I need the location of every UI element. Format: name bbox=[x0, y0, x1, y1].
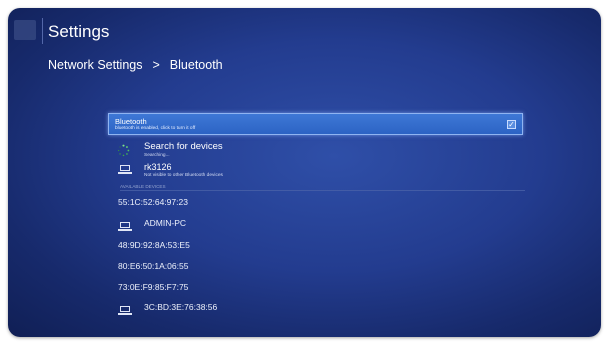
breadcrumb-parent[interactable]: Network Settings bbox=[48, 58, 142, 72]
available-devices-header: AVAILABLE DEVICES bbox=[120, 184, 166, 189]
laptop-icon bbox=[118, 306, 132, 315]
bluetooth-status: bluetooth is enabled, click to turn it o… bbox=[115, 126, 196, 131]
this-device-name[interactable]: rk3126 bbox=[144, 162, 172, 172]
laptop-icon bbox=[118, 165, 132, 174]
bluetooth-toggle-row[interactable]: Bluetooth bluetooth is enabled, click to… bbox=[108, 113, 523, 135]
section-divider bbox=[120, 190, 525, 191]
loading-spinner-icon bbox=[117, 144, 130, 157]
breadcrumb: Network Settings > Bluetooth bbox=[48, 58, 223, 72]
device-item[interactable]: ADMIN-PC bbox=[144, 218, 186, 228]
page-title: Settings bbox=[48, 22, 110, 41]
search-status: Searching... bbox=[144, 153, 170, 158]
breadcrumb-current: Bluetooth bbox=[169, 58, 223, 72]
title-divider bbox=[42, 18, 43, 44]
laptop-icon bbox=[118, 222, 132, 231]
device-item[interactable]: 80:E6:50:1A:06:55 bbox=[118, 261, 188, 271]
device-item[interactable]: 73:0E:F9:85:F7:75 bbox=[118, 282, 188, 292]
search-devices-button[interactable]: Search for devices bbox=[144, 141, 223, 152]
tv-screen: Settings Network Settings > Bluetooth Bl… bbox=[8, 8, 601, 337]
bluetooth-checkbox[interactable]: ✓ bbox=[507, 120, 516, 129]
device-item[interactable]: 55:1C:52:64:97:23 bbox=[118, 197, 188, 207]
this-device-visibility: Not visible to other Bluetooth devices bbox=[144, 173, 223, 178]
breadcrumb-separator: > bbox=[152, 58, 160, 72]
device-item[interactable]: 48:9D:92:8A:53:E5 bbox=[118, 240, 190, 250]
back-area[interactable] bbox=[14, 20, 36, 40]
device-item[interactable]: 3C:BD:3E:76:38:56 bbox=[144, 302, 217, 312]
bluetooth-label: Bluetooth bbox=[115, 117, 147, 126]
